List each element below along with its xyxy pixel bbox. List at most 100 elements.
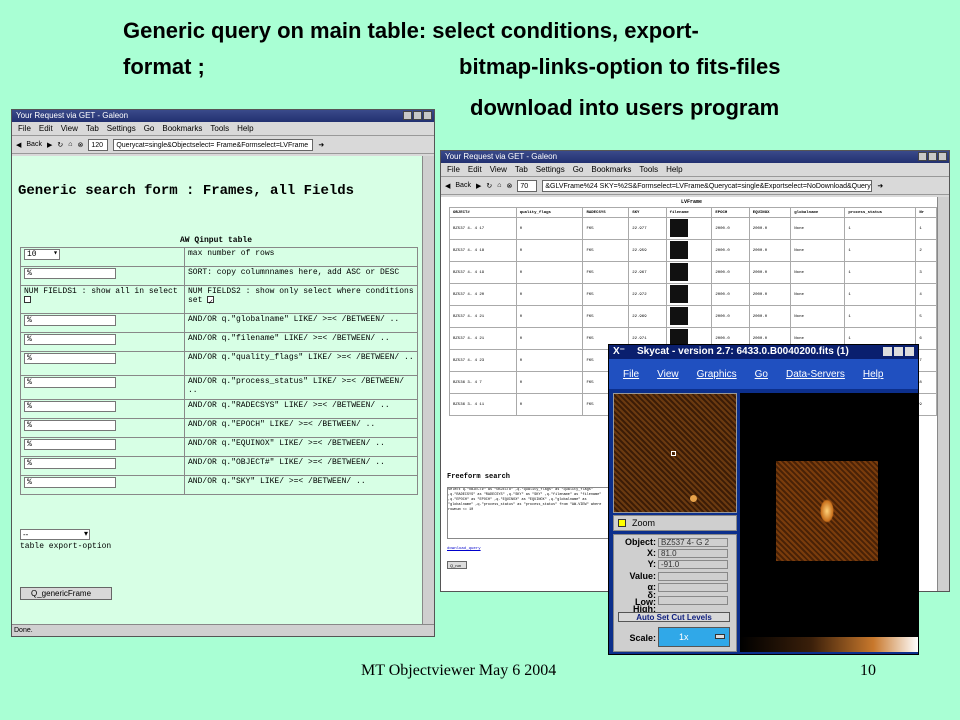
- right-window-titlebar[interactable]: Your Request via GET - Galeon: [441, 151, 949, 163]
- table-cell: FK5: [582, 217, 630, 240]
- back-arrow-icon[interactable]: ◀: [445, 182, 450, 190]
- condition-input[interactable]: %: [24, 353, 116, 364]
- close-icon[interactable]: [905, 347, 914, 356]
- maximize-icon[interactable]: [413, 111, 422, 120]
- forward-arrow-icon[interactable]: ▶: [47, 141, 52, 149]
- column-header: EPOCH: [711, 207, 750, 218]
- back-button[interactable]: Back: [26, 141, 42, 148]
- right-menu-item[interactable]: Tab: [515, 163, 528, 176]
- right-url-field[interactable]: &GLVFrame%24 SKY=%2S&Formselect=LVFrame&…: [542, 179, 873, 192]
- table-cell: 5: [915, 305, 937, 328]
- table-row: % SORT: copy columnnames here, add ASC o…: [20, 266, 418, 286]
- table-row: % AND/OR q."SKY" LIKE/ >=< /BETWEEN/ ..: [20, 475, 418, 495]
- right-scrollbar[interactable]: [937, 197, 949, 591]
- home-icon[interactable]: ⌂: [497, 182, 501, 189]
- window-menu-icon[interactable]: X⁻: [613, 345, 625, 359]
- right-menu-item[interactable]: Help: [666, 163, 682, 176]
- skycat-menubar: File View Graphics Go Data-Servers Help: [609, 359, 918, 389]
- condition-input[interactable]: %: [24, 420, 116, 431]
- sql-textarea[interactable]: select q."OBJECT#" as "OBJECT#" ,q."qual…: [447, 487, 613, 539]
- fits-thumbnail-link[interactable]: [669, 306, 688, 325]
- minimize-icon[interactable]: [883, 347, 892, 356]
- condition-input[interactable]: %: [24, 401, 116, 412]
- forward-arrow-icon[interactable]: ▶: [476, 182, 481, 190]
- right-menu-item[interactable]: File: [447, 163, 460, 176]
- minimize-icon[interactable]: [403, 111, 412, 120]
- left-menu-item[interactable]: Help: [237, 122, 253, 135]
- condition-input[interactable]: %: [24, 477, 116, 488]
- left-scrollbar[interactable]: [422, 156, 434, 624]
- maximize-icon[interactable]: [894, 347, 903, 356]
- download-link[interactable]: download_query: [447, 547, 481, 551]
- left-menu-item[interactable]: Tools: [210, 122, 229, 135]
- go-icon[interactable]: ➜: [877, 182, 883, 190]
- fits-thumbnail-link[interactable]: [669, 284, 688, 303]
- reload-icon[interactable]: ↻: [57, 141, 63, 149]
- rows-label: max number of rows: [184, 247, 418, 267]
- left-menu-item[interactable]: Edit: [39, 122, 53, 135]
- left-window-title: Your Request via GET - Galeon: [16, 111, 129, 120]
- go-icon[interactable]: ➜: [318, 141, 324, 149]
- zoom-checkbox-icon[interactable]: [618, 519, 626, 527]
- right-menu-item[interactable]: Bookmarks: [591, 163, 631, 176]
- left-url-field[interactable]: Querycat=single&Objectselect= Frame&Form…: [113, 138, 314, 151]
- right-menu-item[interactable]: Tools: [639, 163, 658, 176]
- right-menu-item[interactable]: Settings: [536, 163, 565, 176]
- condition-input[interactable]: %: [24, 377, 116, 388]
- fits-thumbnail-link[interactable]: [669, 218, 688, 237]
- auto-cut-button[interactable]: Auto Set Cut Levels: [618, 612, 730, 622]
- condition-input[interactable]: %: [24, 315, 116, 326]
- left-menu-item[interactable]: Go: [144, 122, 155, 135]
- condition-input[interactable]: %: [24, 334, 116, 345]
- skycat-menu-item[interactable]: File: [623, 369, 639, 380]
- skycat-titlebar[interactable]: X⁻ Skycat - version 2.7: 6433.0.B0040200…: [609, 345, 918, 359]
- run-button[interactable]: Q_run: [447, 561, 467, 569]
- num-fields2-checkbox[interactable]: ✓: [207, 296, 215, 307]
- minimize-icon[interactable]: [918, 152, 927, 161]
- skycat-menu-item[interactable]: Data-Servers: [786, 369, 845, 380]
- export-select[interactable]: --: [20, 529, 90, 540]
- right-navbar: ◀ Back ▶ ↻ ⌂ ⊗ 70 &GLVFrame%24 SKY=%2S&F…: [441, 177, 949, 195]
- left-menu-item[interactable]: Settings: [107, 122, 136, 135]
- table-row: % AND/OR q."EQUINOX" LIKE/ >=< /BETWEEN/ …: [20, 437, 418, 457]
- rows-select[interactable]: 10: [24, 249, 60, 260]
- maximize-icon[interactable]: [928, 152, 937, 161]
- zoom-toggle[interactable]: Zoom: [613, 515, 737, 531]
- right-menu-item[interactable]: View: [490, 163, 507, 176]
- right-menu-item[interactable]: Edit: [468, 163, 482, 176]
- table-cell: FK5: [582, 305, 630, 328]
- table-caption: AW Qinput table: [180, 236, 253, 245]
- left-menu-item[interactable]: File: [18, 122, 31, 135]
- x-field: 81.0: [658, 549, 728, 558]
- right-menu-item[interactable]: Go: [573, 163, 584, 176]
- condition-input[interactable]: %: [24, 458, 116, 469]
- skycat-menu-item[interactable]: Go: [755, 369, 768, 380]
- main-image-canvas[interactable]: [740, 393, 918, 637]
- condition-input[interactable]: %: [24, 439, 116, 450]
- submit-button[interactable]: Q_genericFrame: [20, 587, 112, 600]
- skycat-menu-item[interactable]: View: [657, 369, 679, 380]
- back-arrow-icon[interactable]: ◀: [16, 141, 21, 149]
- column-header: filename: [665, 207, 713, 218]
- stop-icon[interactable]: ⊗: [506, 182, 512, 190]
- skycat-menu-item[interactable]: Help: [863, 369, 884, 380]
- stop-icon[interactable]: ⊗: [77, 141, 83, 149]
- zoom-field[interactable]: 70: [517, 179, 538, 192]
- close-icon[interactable]: [423, 111, 432, 120]
- home-icon[interactable]: ⌂: [68, 141, 72, 148]
- fits-thumbnail-link[interactable]: [669, 262, 688, 281]
- fits-thumbnail-link[interactable]: [669, 240, 688, 259]
- left-window-titlebar[interactable]: Your Request via GET - Galeon: [12, 110, 434, 122]
- left-menu-item[interactable]: View: [61, 122, 78, 135]
- close-icon[interactable]: [938, 152, 947, 161]
- condition-label: AND/OR q."SKY" LIKE/ >=< /BETWEEN/ ..: [184, 475, 418, 495]
- back-button[interactable]: Back: [455, 182, 471, 189]
- left-menu-item[interactable]: Tab: [86, 122, 99, 135]
- num-fields1-checkbox[interactable]: [24, 296, 31, 304]
- left-menu-item[interactable]: Bookmarks: [162, 122, 202, 135]
- sort-input[interactable]: %: [24, 268, 116, 279]
- zoom-field[interactable]: 120: [88, 138, 109, 151]
- scale-select[interactable]: 1x: [658, 627, 730, 647]
- skycat-menu-item[interactable]: Graphics: [697, 369, 737, 380]
- reload-icon[interactable]: ↻: [486, 182, 492, 190]
